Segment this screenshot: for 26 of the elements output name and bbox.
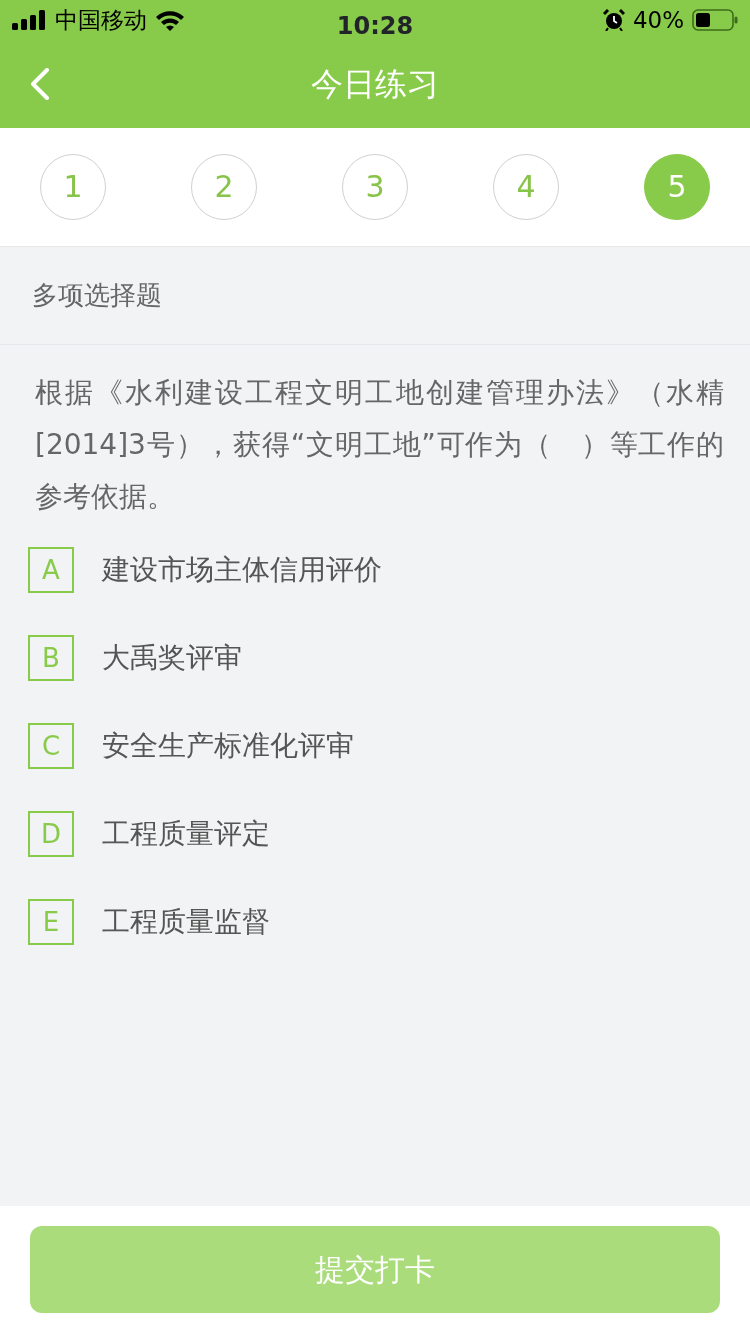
option-text[interactable]: 工程质量评定 xyxy=(102,811,270,857)
option-checkbox[interactable]: C xyxy=(28,723,74,769)
option-text[interactable]: 工程质量监督 xyxy=(102,899,270,945)
question-text: 根据《水利建设工程文明工地创建管理办法》（水精[2014]3号），获得“文明工地”可作为（ ）等工作的参考依据。 xyxy=(34,375,725,515)
back-chevron-icon xyxy=(30,68,50,100)
carrier-name: 中国移动 xyxy=(55,8,147,32)
option-text[interactable]: 建设市场主体信用评价 xyxy=(102,547,382,593)
option-text[interactable]: 大禹奖评审 xyxy=(102,635,242,681)
option-checkbox[interactable]: D xyxy=(28,811,74,857)
question-type: 多项选择题 xyxy=(32,279,162,312)
question-number-tab[interactable]: 4 xyxy=(493,154,559,220)
option-text[interactable]: 安全生产标准化评审 xyxy=(102,723,354,769)
alarm-clock-icon xyxy=(602,9,625,31)
option-checkbox[interactable]: A xyxy=(28,547,74,593)
battery-icon xyxy=(692,9,738,31)
wifi-icon xyxy=(155,9,185,31)
question-number-tab[interactable]: 5 xyxy=(644,154,710,220)
question-number-tab[interactable]: 2 xyxy=(191,154,257,220)
question-number-tab[interactable]: 1 xyxy=(40,154,106,220)
question-number-tab[interactable]: 3 xyxy=(342,154,408,220)
signal-icon xyxy=(12,10,47,30)
option-checkbox[interactable]: E xyxy=(28,899,74,945)
clock-time: 10:28 xyxy=(336,11,414,42)
battery-percent: 40% xyxy=(632,8,684,32)
option-checkbox[interactable]: B xyxy=(28,635,74,681)
page-title: 今日练习 xyxy=(311,64,439,104)
